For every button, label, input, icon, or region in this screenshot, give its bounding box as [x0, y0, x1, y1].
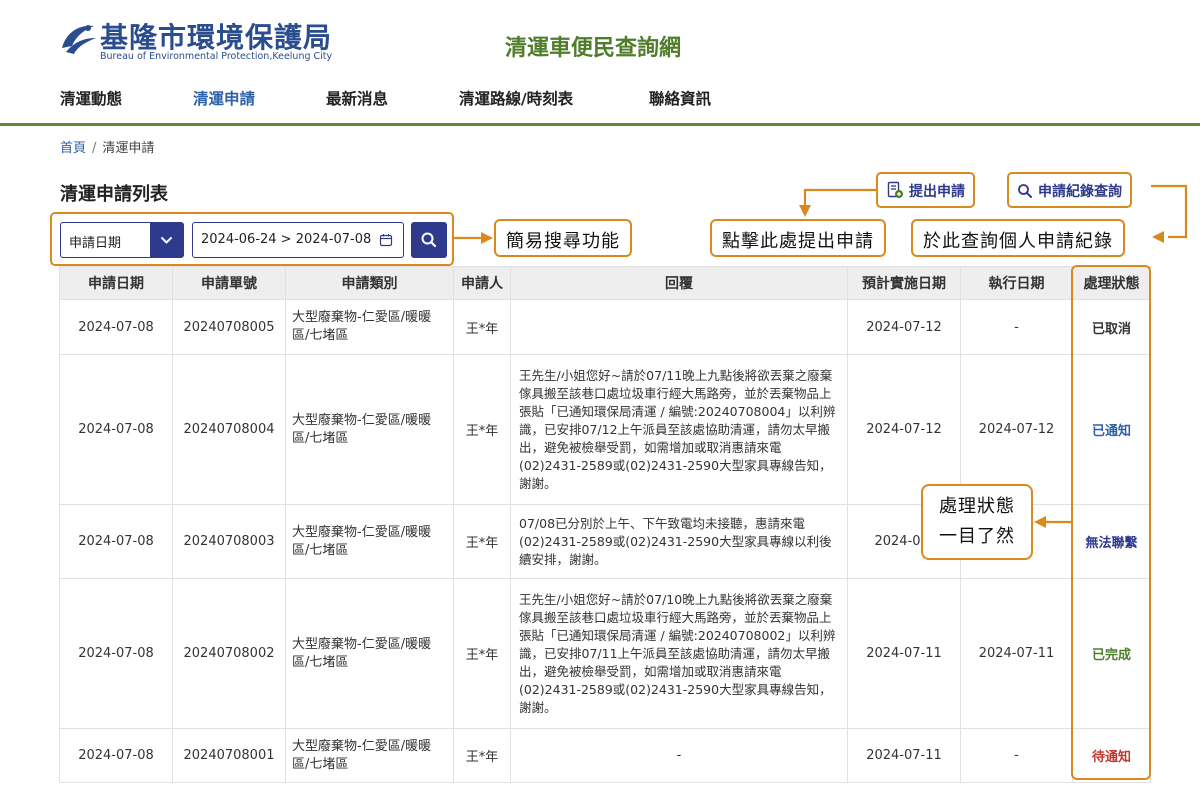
cell-status: 已取消 — [1072, 299, 1151, 355]
nav-item-collection-application[interactable]: 清運申請 — [193, 87, 255, 109]
site-header: 基隆市環境保護局 Bureau of Environmental Protect… — [0, 0, 1200, 70]
calendar-icon[interactable] — [379, 233, 393, 247]
cell-applicant: 王*年 — [453, 299, 511, 355]
header-executed-date[interactable]: 執行日期 — [960, 266, 1073, 300]
cell-status: 已完成 — [1072, 578, 1151, 729]
cell-applicant: 王*年 — [453, 728, 511, 783]
table-row[interactable]: 2024-07-08 20240708004 大型廢棄物-仁愛區/暖暖區/七堵區… — [59, 354, 1151, 505]
table-row[interactable]: 2024-07-08 20240708001 大型廢棄物-仁愛區/暖暖區/七堵區… — [59, 728, 1151, 783]
cell-reply: 王先生/小姐您好~請於07/10晚上九點後將欲丟棄之廢棄傢具搬至該巷口處垃圾車行… — [510, 578, 848, 729]
cell-status: 已通知 — [1072, 354, 1151, 505]
header-application-category[interactable]: 申請類別 — [285, 266, 454, 300]
status-badge: 已通知 — [1091, 424, 1131, 439]
cell-status: 待通知 — [1072, 728, 1151, 783]
application-records-label: 申請紀錄查詢 — [1038, 184, 1122, 200]
page-title: 清運申請列表 — [60, 184, 168, 205]
table-row[interactable]: 2024-07-08 20240708002 大型廢棄物-仁愛區/暖暖區/七堵區… — [59, 578, 1151, 729]
date-filter-select[interactable]: 申請日期 — [60, 222, 184, 258]
search-feature-callout: 簡易搜尋功能 — [494, 219, 632, 257]
submit-application-callout: 點擊此處提出申請 — [710, 219, 886, 257]
nav-item-collection-status[interactable]: 清運動態 — [60, 87, 122, 109]
cell-executed-date: - — [960, 728, 1073, 783]
date-range-input[interactable]: 2024-06-24 > 2024-07-08 — [192, 222, 404, 258]
cell-executed-date: - — [960, 299, 1073, 355]
cell-applicant: 王*年 — [453, 578, 511, 729]
cell-date: 2024-07-08 — [59, 728, 173, 783]
site-title: 清運車便民查詢網 — [505, 36, 682, 61]
status-badge: 已取消 — [1091, 321, 1131, 337]
header-applicant[interactable]: 申請人 — [453, 266, 511, 300]
cell-status: 無法聯繫 — [1072, 504, 1151, 579]
nav-item-contact[interactable]: 聯絡資訊 — [649, 87, 711, 109]
cell-applicant: 王*年 — [453, 504, 511, 579]
header-planned-date[interactable]: 預計實施日期 — [847, 266, 961, 300]
bureau-logo[interactable]: 基隆市環境保護局 Bureau of Environmental Protect… — [58, 16, 358, 66]
nav-item-routes-schedule[interactable]: 清運路線/時刻表 — [459, 87, 573, 109]
header-status[interactable]: 處理狀態 — [1072, 266, 1151, 300]
document-add-icon — [887, 181, 903, 198]
status-badge: 待通知 — [1091, 750, 1131, 765]
cell-number: 20240708005 — [172, 299, 286, 355]
breadcrumb-current: 清運申請 — [102, 141, 155, 156]
cell-planned-date: 2024-07-11 — [847, 728, 961, 783]
search-button[interactable] — [411, 222, 447, 258]
breadcrumb-separator: / — [92, 141, 97, 156]
table-row[interactable]: 2024-07-08 20240708005 大型廢棄物-仁愛區/暖暖區/七堵區… — [59, 299, 1151, 355]
logo-english-name: Bureau of Environmental Protection,Keelu… — [100, 51, 333, 62]
table-header-row: 申請日期 申請單號 申請類別 申請人 回覆 預計實施日期 執行日期 處理狀態 — [59, 266, 1151, 300]
arrow-head-records — [1152, 231, 1164, 243]
chevron-down-icon[interactable] — [150, 223, 183, 257]
status-callout-line2: 一目了然 — [939, 526, 1015, 547]
cell-number: 20240708001 — [172, 728, 286, 783]
cell-date: 2024-07-08 — [59, 354, 173, 505]
cell-category: 大型廢棄物-仁愛區/暖暖區/七堵區 — [285, 578, 454, 729]
cell-number: 20240708004 — [172, 354, 286, 505]
cell-category: 大型廢棄物-仁愛區/暖暖區/七堵區 — [285, 504, 454, 579]
cell-date: 2024-07-08 — [59, 299, 173, 355]
header-reply[interactable]: 回覆 — [510, 266, 848, 300]
cell-category: 大型廢棄物-仁愛區/暖暖區/七堵區 — [285, 354, 454, 505]
cell-date: 2024-07-08 — [59, 504, 173, 579]
cell-reply — [510, 299, 848, 355]
cell-planned-date: 2024-07-12 — [847, 299, 961, 355]
application-records-button[interactable]: 申請紀錄查詢 — [1007, 172, 1132, 208]
breadcrumb-home-link[interactable]: 首頁 — [60, 141, 86, 156]
cell-number: 20240708003 — [172, 504, 286, 579]
nav-item-latest-news[interactable]: 最新消息 — [326, 87, 388, 109]
submit-application-button[interactable]: 提出申請 — [876, 172, 975, 208]
cell-reply: 王先生/小姐您好~請於07/11晚上九點後將欲丟棄之廢棄傢具搬至該巷口處垃圾車行… — [510, 354, 848, 505]
logo-mark-icon — [62, 25, 96, 54]
cell-planned-date: 2024-07-11 — [847, 578, 961, 729]
logo-chinese-name: 基隆市環境保護局 — [100, 21, 333, 54]
submit-application-label: 提出申請 — [909, 184, 965, 200]
cell-date: 2024-07-08 — [59, 578, 173, 729]
header-application-number[interactable]: 申請單號 — [172, 266, 286, 300]
date-range-value: 2024-06-24 > 2024-07-08 — [201, 232, 372, 247]
arrow-head-search — [481, 232, 493, 244]
status-callout-line1: 處理狀態 — [939, 496, 1015, 517]
cell-executed-date: 2024-07-11 — [960, 578, 1073, 729]
cell-applicant: 王*年 — [453, 354, 511, 505]
breadcrumb: 首頁 / 清運申請 — [60, 137, 154, 156]
status-badge: 無法聯繫 — [1085, 536, 1138, 551]
header-application-date[interactable]: 申請日期 — [59, 266, 173, 300]
status-overview-callout: 處理狀態 一目了然 — [921, 484, 1033, 560]
search-icon — [421, 232, 437, 248]
status-badge: 已完成 — [1091, 648, 1131, 663]
main-nav: 清運動態 清運申請 最新消息 清運路線/時刻表 聯絡資訊 — [0, 78, 1200, 126]
cell-category: 大型廢棄物-仁愛區/暖暖區/七堵區 — [285, 728, 454, 783]
cell-reply: - — [510, 728, 848, 783]
cell-number: 20240708002 — [172, 578, 286, 729]
cell-planned-date: 2024-07-12 — [847, 354, 961, 505]
cell-reply: 07/08已分別於上午、下午致電均未接聽，惠請來電(02)2431-2589或(… — [510, 504, 848, 579]
cell-category: 大型廢棄物-仁愛區/暖暖區/七堵區 — [285, 299, 454, 355]
cell-executed-date: 2024-07-12 — [960, 354, 1073, 505]
records-query-callout: 於此查詢個人申請紀錄 — [911, 219, 1125, 257]
magnifier-icon — [1018, 184, 1032, 198]
arrow-head-submit — [799, 205, 811, 217]
date-filter-value: 申請日期 — [69, 236, 122, 251]
